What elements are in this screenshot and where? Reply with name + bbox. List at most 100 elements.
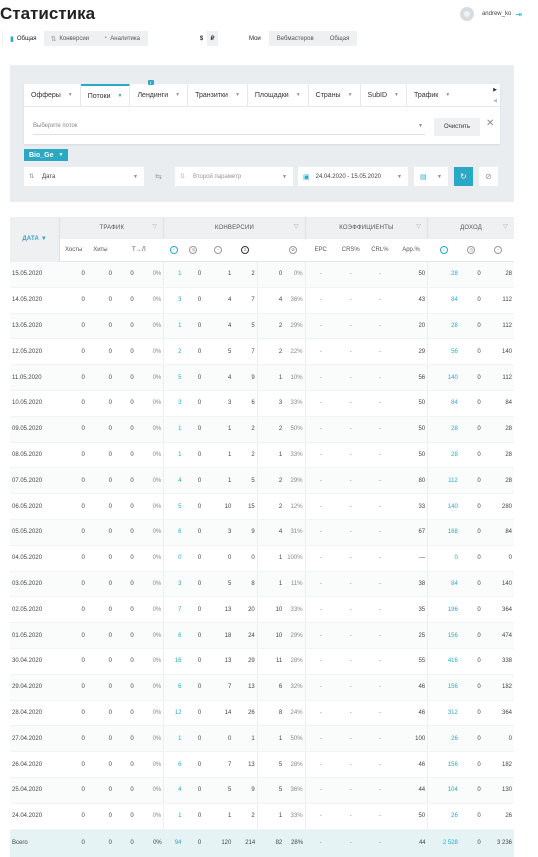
close-icon[interactable]: ✕ xyxy=(486,118,494,129)
cell-date[interactable]: 14.05.2020 xyxy=(10,287,60,314)
cell-c2: 0 xyxy=(183,519,204,546)
cell-date[interactable]: 12.05.2020 xyxy=(10,338,60,366)
cell-date[interactable]: 02.05.2020 xyxy=(10,596,60,624)
tab-conversions[interactable]: ⇅ Конверсии xyxy=(44,31,97,46)
table-row[interactable]: 07.05.2020 0 0 0 0% 4 0 1 5 2 29% - - -80 112 0 28 xyxy=(10,467,514,495)
tab-mine[interactable]: Мои xyxy=(241,31,269,46)
stream-search-input[interactable]: Выберите поток ▼ xyxy=(33,118,425,135)
pending-header[interactable]: ◷ xyxy=(183,239,204,262)
cell-date[interactable]: 06.05.2020 xyxy=(10,493,60,520)
date-range-picker[interactable]: ▣ 24.04.2020 - 15.05.2020 ▼ xyxy=(298,167,408,186)
table-row[interactable]: 12.05.2020 0 0 0 0% 2 0 5 7 2 22% - - -29 56 0 140 xyxy=(10,338,514,366)
income-approved-header[interactable]: ✓ xyxy=(427,239,460,262)
reset-icon[interactable]: ⊘ xyxy=(479,167,498,186)
hits-header[interactable]: Хиты xyxy=(86,239,114,262)
cell-date[interactable]: 13.05.2020 xyxy=(10,313,60,340)
filter-tab-streams[interactable]: 1 Потоки ▼ xyxy=(80,80,154,106)
table-row[interactable]: 29.04.2020 0 0 0 0% 6 0 7 13 6 32% - - -46 156 0 182 xyxy=(10,674,514,701)
user-menu[interactable]: andrew_ko ⇥ xyxy=(459,7,522,21)
cell-date[interactable]: 08.05.2020 xyxy=(10,442,60,469)
table-row[interactable]: 05.05.2020 0 0 0 0% 6 0 3 9 4 31% - - -67 168 0 84 xyxy=(10,519,514,546)
filter-tab-traffic[interactable]: Трафик ▼ xyxy=(407,84,457,106)
table-row[interactable]: 10.05.2020 0 0 0 0% 3 0 3 6 3 33% - - -50 84 0 84 xyxy=(10,390,514,417)
filter-tab-transits[interactable]: Транзитки ▼ xyxy=(188,84,248,106)
table-row[interactable]: 02.05.2020 0 0 0 0% 7 0 13 20 10 33% - - -35 196 0 364 xyxy=(10,596,514,624)
currency-rub[interactable]: ₽ xyxy=(207,31,218,46)
filter-tab-sites[interactable]: Площадки ▼ xyxy=(248,84,309,106)
cell-date[interactable]: 01.05.2020 xyxy=(10,622,60,649)
chevron-right-icon[interactable]: ▶ xyxy=(493,87,497,93)
export-select[interactable]: ▤ ▼ xyxy=(414,167,448,186)
cell-date[interactable]: 11.05.2020 xyxy=(10,364,60,391)
filter-icon[interactable]: ▽ xyxy=(416,223,421,230)
cell-date[interactable]: 26.04.2020 xyxy=(10,751,60,778)
table-row[interactable]: 01.05.2020 0 0 0 0% 6 0 18 24 10 29% - - -25 156 0 474 xyxy=(10,622,514,649)
table-row[interactable]: 04.05.2020 0 0 0 0% 0 0 0 0 1 100% - - - —0 0 0 xyxy=(10,545,514,572)
cell-date[interactable]: 04.05.2020 xyxy=(10,545,60,572)
cell-date[interactable]: 10.05.2020 xyxy=(10,390,60,417)
tab-analytics[interactable]: ◔ Аналитика xyxy=(96,31,147,46)
cell-app: 55 xyxy=(394,648,429,675)
tab-total[interactable]: Общая xyxy=(322,31,358,46)
table-row[interactable]: 15.05.2020 0 0 0 0% 1 0 1 2 0 0% - - -50 28 0 28 xyxy=(10,261,514,288)
total-conv-header[interactable]: Σ xyxy=(233,239,258,262)
currency-usd[interactable]: $ xyxy=(196,31,207,46)
table-row[interactable]: 28.04.2020 0 0 0 0% 12 0 14 26 8 24% - - -46 312 0 364 xyxy=(10,700,514,727)
group-by-select[interactable]: ⇅ Дата ▼ xyxy=(24,167,144,186)
table-row[interactable]: 08.05.2020 0 0 0 0% 1 0 1 2 1 33% - - -50 28 0 28 xyxy=(10,442,514,469)
refresh-icon[interactable]: ↻ xyxy=(454,167,473,186)
epc-header[interactable]: EPC xyxy=(305,239,337,262)
cell-date[interactable]: 15.05.2020 xyxy=(10,261,60,288)
approved-header[interactable]: ✓ xyxy=(163,239,184,262)
swap-icon[interactable]: ⇆ xyxy=(149,167,168,186)
cell-date[interactable]: 25.04.2020 xyxy=(10,777,60,804)
hosts-header[interactable]: Хосты xyxy=(59,239,87,262)
cell-date[interactable]: 27.04.2020 xyxy=(10,725,60,753)
cell-date[interactable]: 07.05.2020 xyxy=(10,467,60,495)
filter-tab-countries[interactable]: Страны ▼ xyxy=(309,84,361,106)
app-header[interactable]: App.% xyxy=(394,239,428,262)
table-row[interactable]: 09.05.2020 0 0 0 0% 1 0 1 2 2 50% - - -50 28 0 28 xyxy=(10,416,514,443)
filter-icon[interactable]: ▽ xyxy=(152,223,157,230)
clear-button[interactable]: Очистить xyxy=(434,118,480,136)
rejected-header[interactable]: ⊘ xyxy=(257,239,306,262)
cell-date[interactable]: 30.04.2020 xyxy=(10,648,60,675)
hold-header[interactable]: − xyxy=(203,239,234,262)
income-pending-header[interactable]: ◷ xyxy=(459,239,483,262)
cell-date[interactable]: 05.05.2020 xyxy=(10,519,60,546)
table-row[interactable]: 03.05.2020 0 0 0 0% 3 0 5 8 1 11% - - -38 84 0 140 xyxy=(10,571,514,598)
table-row[interactable]: 11.05.2020 0 0 0 0% 5 0 4 9 1 10% - - -56 140 0 112 xyxy=(10,364,514,391)
chevron-left-icon[interactable]: ◀ xyxy=(493,98,497,104)
crl-header[interactable]: CRL% xyxy=(365,239,395,262)
crs-header[interactable]: CRS% xyxy=(336,239,366,262)
avatar[interactable] xyxy=(459,7,474,21)
tl-header[interactable]: Т→Л xyxy=(113,239,164,262)
income-hold-header[interactable]: − xyxy=(482,239,514,262)
table-row[interactable]: 14.05.2020 0 0 0 0% 3 0 4 7 4 36% - - -43 84 0 112 xyxy=(10,287,514,314)
table-row[interactable]: 27.04.2020 0 0 0 0% 1 0 0 1 1 50% - - -100 26 0 0 xyxy=(10,725,514,753)
filter-icon[interactable]: ▽ xyxy=(503,223,508,230)
cell-date[interactable]: 09.05.2020 xyxy=(10,416,60,443)
table-row[interactable]: 26.04.2020 0 0 0 0% 6 0 7 13 5 28% - - -46 156 0 182 xyxy=(10,751,514,778)
tab-general[interactable]: ▮ Общая xyxy=(3,31,44,46)
date-column-header[interactable]: ДАТА ▼ xyxy=(10,217,61,262)
cell-crs: - xyxy=(336,364,366,391)
cell-date[interactable]: 03.05.2020 xyxy=(10,571,60,598)
table-row[interactable]: 06.05.2020 0 0 0 0% 5 0 10 15 2 12% - - -33 140 0 280 xyxy=(10,493,514,520)
table-row[interactable]: 30.04.2020 0 0 0 0% 16 0 13 29 11 28% - - -55 416 0 338 xyxy=(10,648,514,675)
filter-icon[interactable]: ▽ xyxy=(294,223,299,230)
tab-webmasters[interactable]: Вебмастеров xyxy=(269,31,322,46)
table-row[interactable]: 25.04.2020 0 0 0 0% 4 0 5 9 5 36% - - -44 104 0 130 xyxy=(10,777,514,804)
cell-date[interactable]: 24.04.2020 xyxy=(10,803,60,830)
tab-scroll[interactable]: ▶ ◀ xyxy=(490,84,500,106)
logout-icon[interactable]: ⇥ xyxy=(515,10,522,19)
filter-tab-landings[interactable]: Лендинги ▼ xyxy=(130,84,189,106)
cell-date[interactable]: 29.04.2020 xyxy=(10,674,60,701)
table-row[interactable]: 13.05.2020 0 0 0 0% 1 0 4 5 2 29% - - -20 28 0 112 xyxy=(10,313,514,340)
selected-stream-tag[interactable]: Bio_Ge ▼ xyxy=(24,149,69,161)
cell-date[interactable]: 28.04.2020 xyxy=(10,700,60,727)
filter-tab-offers[interactable]: Офферы ▼ xyxy=(24,84,81,106)
filter-tab-subid[interactable]: SubID ▼ xyxy=(361,84,407,106)
second-param-select[interactable]: ⇅ Второй параметр ▼ xyxy=(175,167,293,186)
table-row[interactable]: 24.04.2020 0 0 0 0% 1 0 1 2 1 33% - - -50 26 0 26 xyxy=(10,803,514,830)
